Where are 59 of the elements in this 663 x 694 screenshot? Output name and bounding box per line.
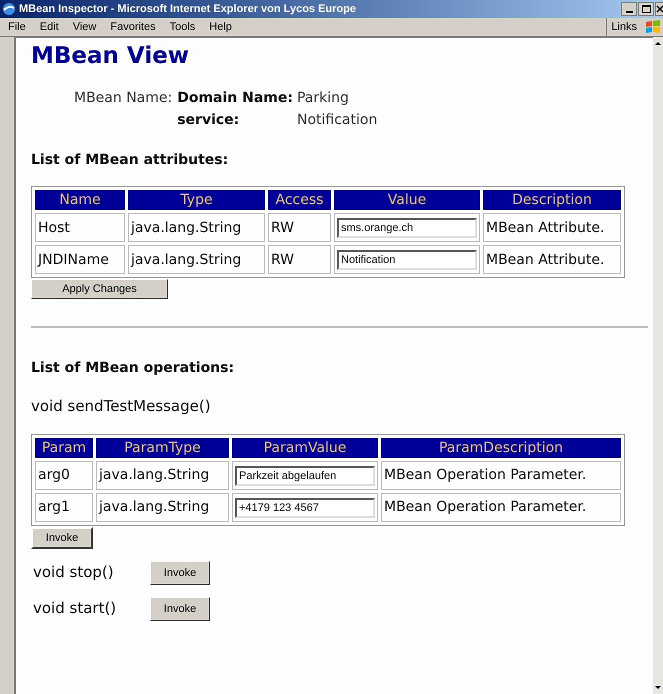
menu-item[interactable]: Tools (170, 18, 196, 36)
menu-item[interactable]: Favorites (110, 18, 156, 36)
windows-flag-icon (645, 20, 661, 34)
property-value: Parking (296, 89, 350, 108)
close-icon (656, 3, 663, 15)
section-heading: List of MBean attributes: (31, 151, 230, 170)
operation-signature: void stop() (32, 562, 115, 584)
table-cell: RW (268, 213, 331, 242)
table-cell: java.lang.String (96, 460, 229, 490)
table-cell: MBean Operation Parameter. (381, 492, 621, 522)
menu-item[interactable]: Help (209, 18, 232, 36)
menu-item[interactable]: Edit (40, 18, 59, 36)
menu-item[interactable]: View (72, 18, 96, 36)
invoke-button[interactable]: Invoke (150, 596, 210, 620)
apply-changes-button[interactable]: Apply Changes (31, 279, 168, 299)
close-button[interactable] (655, 2, 663, 16)
table-cell: JNDIName (35, 245, 125, 274)
table-cell: arg0 (35, 460, 93, 490)
input-field[interactable]: sms.orange.ch (337, 218, 477, 238)
menu-item[interactable]: File (8, 18, 26, 36)
table-cell: MBean Attribute. (483, 213, 621, 242)
column-header: Access (268, 190, 331, 210)
table-cell: MBean Operation Parameter. (381, 460, 621, 490)
section-heading: List of MBean operations: (31, 359, 236, 378)
table-cell: RW (268, 245, 331, 274)
column-header: Param (35, 438, 93, 458)
window-title: MBean Inspector - Microsoft Internet Explorer von Lycos Europe (19, 2, 356, 17)
table-cell: java.lang.String (128, 245, 265, 274)
input-field[interactable]: +4179 123 4567 (235, 498, 375, 518)
scrollbar[interactable] (653, 37, 663, 694)
column-header: Description (483, 190, 621, 210)
minimize-icon (626, 11, 632, 13)
input-field[interactable]: Notification (337, 250, 477, 270)
column-header: Name (35, 190, 125, 210)
page-heading: MBean View (31, 42, 190, 71)
column-header: Type (128, 190, 265, 210)
input-field[interactable]: Parkzeit abgelaufen (235, 466, 375, 486)
browser-icon (2, 2, 16, 16)
column-header: ParamType (96, 438, 229, 458)
table-cell: arg1 (35, 492, 93, 522)
table-cell: MBean Attribute. (483, 245, 621, 274)
property-value: Notification (296, 111, 378, 130)
table-cell: java.lang.String (96, 492, 229, 522)
column-header: ParamValue (232, 438, 378, 458)
column-header: Value (334, 190, 480, 210)
minimize-button[interactable] (621, 2, 637, 16)
mbean-name-label: MBean Name: (74, 89, 172, 108)
property-key: service: (177, 109, 293, 131)
maximize-icon (642, 5, 650, 13)
property-key: Domain Name: (177, 87, 293, 109)
links-label[interactable]: Links (611, 18, 637, 36)
operation-signature: void start() (32, 598, 118, 620)
operation-signature: void sendTestMessage() (31, 396, 212, 417)
invoke-button[interactable]: Invoke (31, 526, 93, 548)
column-header: ParamDescription (381, 438, 621, 458)
maximize-button[interactable] (638, 2, 654, 16)
invoke-button[interactable]: Invoke (150, 560, 210, 584)
table-cell: Host (35, 213, 125, 242)
table-cell: java.lang.String (128, 213, 265, 242)
